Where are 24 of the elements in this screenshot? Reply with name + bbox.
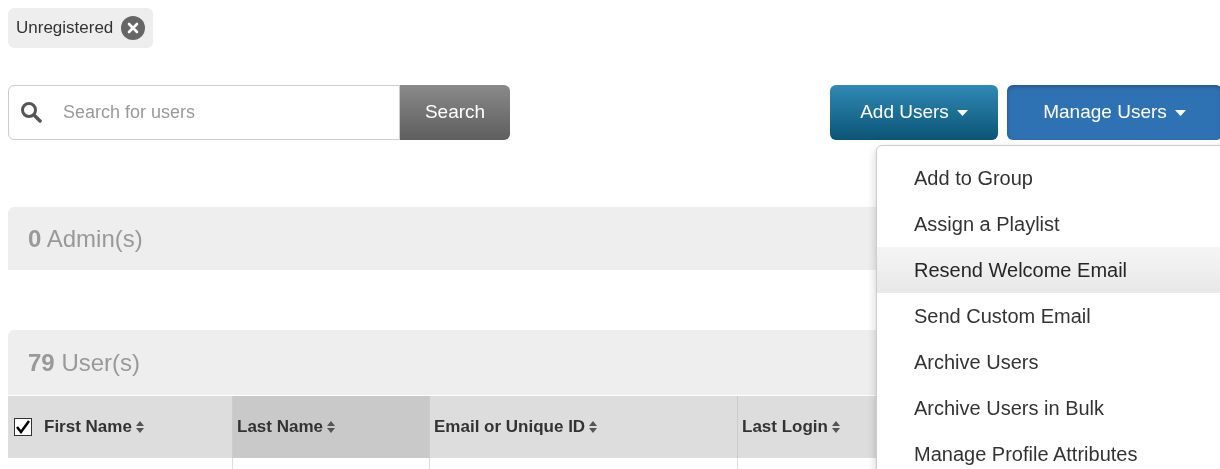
- menu-item[interactable]: Assign a Playlist: [877, 201, 1220, 247]
- search-field[interactable]: Search for users: [8, 85, 400, 140]
- menu-item[interactable]: Add to Group: [877, 155, 1220, 201]
- sort-icon: [135, 421, 144, 433]
- search-icon: [20, 101, 42, 123]
- sort-icon: [327, 421, 335, 433]
- sort-icon: [589, 421, 598, 433]
- caret-icon: [956, 109, 968, 116]
- menu-item[interactable]: Resend Welcome Email: [877, 247, 1220, 293]
- menu-item[interactable]: Archive Users: [877, 339, 1220, 385]
- search-button[interactable]: Search: [400, 85, 510, 140]
- select-all-checkbox[interactable]: [14, 418, 32, 436]
- users-heading: 79 User(s): [28, 347, 141, 378]
- column-header[interactable]: Last Name: [233, 396, 430, 458]
- remove-filter-icon[interactable]: [121, 16, 146, 40]
- admins-heading: 0 Admin(s): [28, 223, 143, 254]
- menu-item[interactable]: Manage Profile Attributes: [877, 431, 1220, 469]
- menu-item[interactable]: Archive Users in Bulk: [877, 385, 1220, 431]
- caret-icon: [1174, 109, 1186, 116]
- filter-label: Unregistered: [16, 17, 114, 40]
- sort-icon: [831, 421, 840, 433]
- menu-item[interactable]: Send Custom Email: [877, 293, 1220, 339]
- dropdown-button[interactable]: Add Users: [830, 85, 998, 140]
- dropdown-button[interactable]: Manage Users: [1007, 85, 1220, 140]
